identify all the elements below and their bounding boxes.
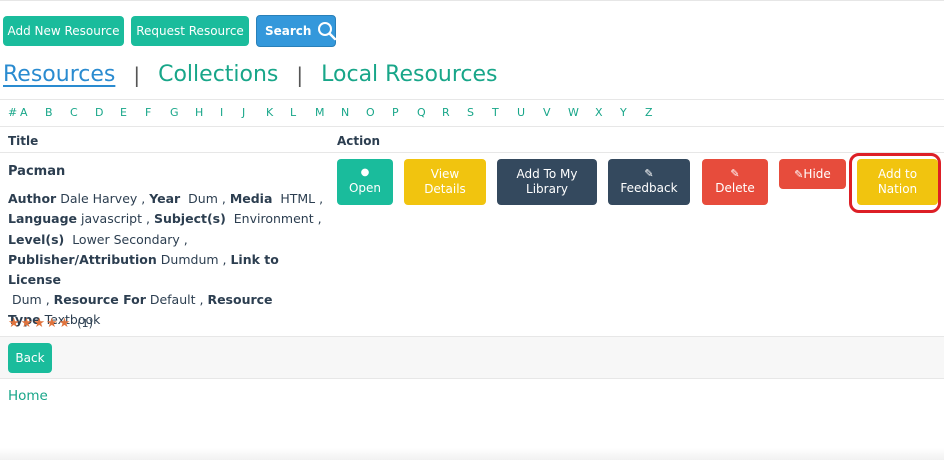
column-header-action: Action (337, 134, 381, 148)
star-icon[interactable]: ★ (21, 316, 33, 331)
delete-label: Delete (715, 181, 755, 195)
letter-c[interactable]: C (70, 106, 95, 119)
letter-q[interactable]: Q (417, 106, 442, 119)
star-icon[interactable]: ★ (8, 316, 20, 331)
divider (0, 152, 944, 153)
column-header-title: Title (8, 134, 39, 148)
letter-o[interactable]: O (366, 106, 392, 119)
letter-hash[interactable]: # (8, 106, 20, 119)
tab-separator: | (133, 63, 141, 87)
letter-z[interactable]: Z (645, 106, 657, 119)
divider (0, 378, 944, 379)
search-button[interactable]: Search (256, 15, 337, 47)
rating: ★ ★ ★ ★ ★ (1) (8, 316, 93, 331)
letter-x[interactable]: X (595, 106, 620, 119)
library-label-line1: Add To My (516, 167, 578, 181)
letter-n[interactable]: N (341, 106, 366, 119)
view-details-button[interactable]: View Details (404, 159, 486, 205)
resource-tabs: Resources | Collections | Local Resource… (3, 60, 498, 90)
add-new-resource-label: Add New Resource (7, 23, 120, 38)
open-button[interactable]: ● Open (337, 159, 393, 205)
letter-g[interactable]: G (170, 106, 195, 119)
letter-r[interactable]: R (442, 106, 467, 119)
alphabet-filter: # A B C D E F G H I J K L M N O P Q R S … (8, 106, 657, 119)
tab-resources[interactable]: Resources (3, 61, 115, 89)
letter-l[interactable]: L (290, 106, 315, 119)
letter-s[interactable]: S (467, 106, 492, 119)
letter-p[interactable]: P (392, 106, 417, 119)
table-footer (0, 336, 944, 379)
letter-y[interactable]: Y (620, 106, 645, 119)
letter-w[interactable]: W (568, 106, 595, 119)
letter-m[interactable]: M (315, 106, 341, 119)
star-icon[interactable]: ★ (59, 316, 71, 331)
highlight-outline (849, 153, 941, 213)
back-button[interactable]: Back (8, 343, 52, 373)
pencil-icon: ✎ (644, 167, 654, 180)
library-label-line2: Library (526, 182, 568, 196)
divider (0, 99, 944, 100)
letter-i[interactable]: I (220, 106, 242, 119)
star-icon[interactable]: ★ (33, 316, 45, 331)
back-label: Back (15, 350, 45, 365)
view-details-label-line2: Details (424, 182, 466, 196)
resource-meta: Author Dale Harvey , Year Dum , Media HT… (8, 191, 324, 328)
search-label: Search (265, 23, 312, 38)
tab-collections[interactable]: Collections (158, 61, 278, 89)
request-resource-label: Request Resource (136, 23, 244, 38)
letter-e[interactable]: E (120, 106, 145, 119)
bottom-shadow (0, 448, 944, 460)
letter-a[interactable]: A (20, 106, 45, 119)
add-new-resource-button[interactable]: Add New Resource (3, 16, 124, 46)
tab-local-resources[interactable]: Local Resources (321, 61, 497, 89)
top-divider (0, 0, 944, 1)
delete-button[interactable]: ✎ Delete (702, 159, 768, 205)
letter-j[interactable]: J (242, 106, 266, 119)
letter-v[interactable]: V (543, 106, 568, 119)
add-to-my-library-button[interactable]: Add To My Library (497, 159, 597, 205)
divider (0, 126, 944, 127)
tab-separator: | (296, 63, 304, 87)
letter-b[interactable]: B (45, 106, 70, 119)
star-icon[interactable]: ★ (46, 316, 58, 331)
view-details-label-line1: View (430, 167, 460, 181)
rating-count: (1) (77, 317, 93, 330)
letter-u[interactable]: U (517, 106, 543, 119)
divider (0, 336, 944, 337)
pencil-icon: ✎ (730, 167, 740, 180)
resource-details: Pacman Author Dale Harvey , Year Dum , M… (8, 162, 333, 331)
request-resource-button[interactable]: Request Resource (131, 16, 249, 46)
feedback-label: Feedback (620, 181, 678, 195)
pencil-icon: ✎ (794, 167, 804, 181)
letter-f[interactable]: F (145, 106, 170, 119)
letter-d[interactable]: D (95, 106, 120, 119)
letter-k[interactable]: K (266, 106, 290, 119)
search-icon (317, 21, 337, 41)
open-label: Open (348, 181, 382, 195)
feedback-button[interactable]: ✎ Feedback (608, 159, 690, 205)
letter-t[interactable]: T (492, 106, 517, 119)
letter-h[interactable]: H (195, 106, 220, 119)
resource-title[interactable]: Pacman (8, 162, 333, 182)
hide-button[interactable]: ✎ Hide (779, 159, 846, 189)
hide-label: Hide (803, 166, 831, 181)
home-link[interactable]: Home (8, 388, 48, 404)
eye-icon: ● (360, 167, 370, 178)
